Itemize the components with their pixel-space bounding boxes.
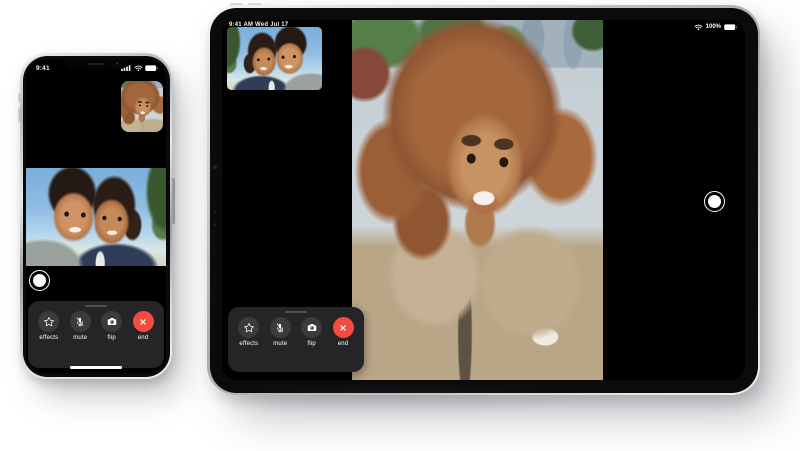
camera-flip-icon	[101, 311, 122, 332]
iphone-capture-photo-button[interactable]	[29, 270, 50, 291]
iphone-status-time: 9:41	[36, 65, 50, 72]
wifi-icon	[134, 65, 143, 72]
effects-button[interactable]: effects	[38, 311, 59, 341]
ipad-controls-row: effects mute flip	[228, 317, 364, 368]
battery-percent: 100%	[706, 24, 721, 30]
end-label: end	[138, 335, 149, 341]
ipad-sensor-dot	[214, 223, 217, 226]
home-indicator-bar[interactable]	[70, 366, 122, 369]
star-effects-icon	[238, 317, 259, 338]
iphone-call-controls-panel: effects mute flip	[28, 301, 164, 368]
curly-woman-photo-art	[121, 81, 163, 132]
iphone-status-icons	[121, 65, 158, 72]
ipad-device: 9:41 AM Wed Jul 17 100%	[207, 5, 760, 395]
iphone-device: 9:41	[20, 53, 172, 379]
end-label: end	[338, 341, 349, 347]
iphone-controls-row: effects mute flip	[28, 311, 164, 364]
couple-photo-art	[227, 27, 322, 90]
camera-flip-icon	[301, 317, 322, 338]
flip-camera-button[interactable]: flip	[101, 311, 122, 341]
iphone-screen: 9:41	[26, 59, 166, 373]
iphone-remote-video[interactable]	[26, 168, 166, 266]
effects-button[interactable]: effects	[238, 317, 259, 347]
ipad-capture-photo-button[interactable]	[704, 191, 725, 212]
iphone-self-view-pip[interactable]	[121, 81, 163, 132]
mute-label: mute	[273, 341, 287, 347]
ipad-self-view-pip[interactable]	[227, 27, 322, 90]
effects-label: effects	[39, 335, 58, 341]
ipad-status-icons: 100%	[694, 24, 737, 31]
battery-icon	[145, 65, 158, 72]
stage: 9:41	[0, 0, 800, 451]
ipad-sensor-dot	[214, 210, 217, 213]
end-call-x-icon	[333, 317, 354, 338]
ipad-remote-video[interactable]	[352, 20, 603, 380]
end-call-button[interactable]: end	[333, 317, 354, 347]
couple-photo-art	[26, 168, 166, 266]
flip-camera-button[interactable]: flip	[301, 317, 322, 347]
drag-handle-bar[interactable]	[85, 305, 107, 308]
ipad-call-controls-panel: effects mute flip	[228, 307, 364, 372]
end-call-x-icon	[133, 311, 154, 332]
end-call-button[interactable]: end	[133, 311, 154, 341]
effects-label: effects	[239, 341, 258, 347]
cellular-signal-icon	[121, 65, 131, 72]
mute-button[interactable]: mute	[270, 317, 291, 347]
shutter-ring-icon	[33, 274, 46, 287]
shutter-ring-icon	[708, 195, 721, 208]
microphone-mute-icon	[70, 311, 91, 332]
star-effects-icon	[38, 311, 59, 332]
curly-woman-photo-art	[352, 20, 603, 380]
wifi-icon	[694, 24, 703, 31]
battery-icon	[724, 24, 737, 31]
flip-label: flip	[307, 341, 315, 347]
mute-label: mute	[73, 335, 87, 341]
flip-label: flip	[107, 335, 115, 341]
iphone-status-bar: 9:41	[26, 63, 166, 73]
mute-button[interactable]: mute	[70, 311, 91, 341]
ipad-front-camera-dot	[213, 165, 217, 169]
ipad-screen: 9:41 AM Wed Jul 17 100%	[222, 20, 745, 380]
drag-handle-bar[interactable]	[285, 311, 307, 314]
microphone-mute-icon	[270, 317, 291, 338]
